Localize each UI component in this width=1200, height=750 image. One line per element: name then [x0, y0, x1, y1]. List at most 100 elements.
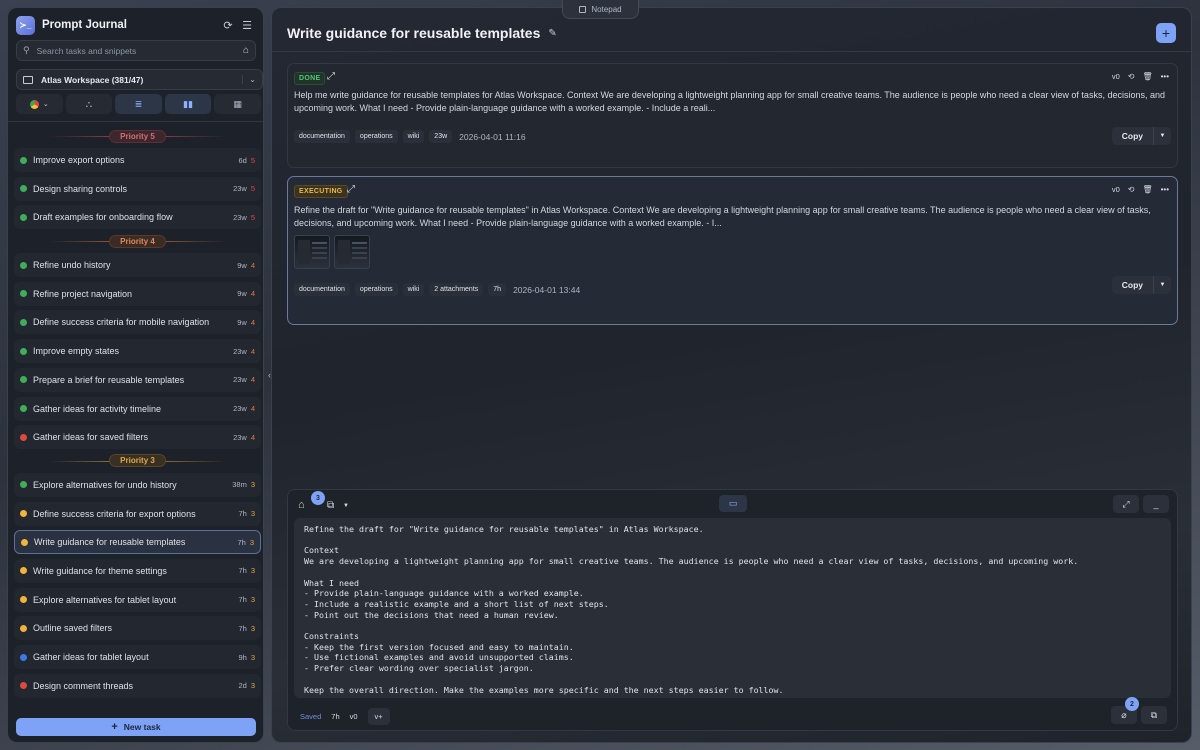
card-tags: documentation operations wiki 2 attachme… — [294, 283, 580, 296]
task-priority: 5 — [250, 184, 255, 194]
bar-chart-icon: ▮▮ — [183, 98, 194, 109]
task-name: Gather ideas for saved filters — [33, 432, 149, 443]
task-item[interactable]: Define success criteria for mobile navig… — [14, 310, 261, 335]
task-item[interactable]: Define success criteria for export optio… — [14, 501, 261, 526]
tag-chip[interactable]: documentation — [294, 130, 350, 143]
browser-filter-button[interactable]: ⌄ — [16, 94, 63, 114]
sidebar-divider — [8, 121, 263, 122]
chevron-down-icon: ⌄ — [42, 101, 49, 108]
tag-chip[interactable]: wiki — [402, 130, 425, 143]
more-icon[interactable]: ••• — [1161, 185, 1169, 194]
tag-icon[interactable]: ⌂ — [298, 499, 305, 511]
attachment-thumbnail[interactable] — [294, 235, 330, 269]
attachments-chip[interactable]: 2 attachments — [429, 283, 484, 296]
task-name: Design comment threads — [33, 680, 134, 691]
task-item[interactable]: Improve empty states 23w 4 — [14, 339, 261, 364]
task-priority: 3 — [250, 509, 255, 519]
prompt-card[interactable]: DONE ⤢ v0 ⟲ 🗑 ••• Help me write guidance… — [287, 63, 1178, 168]
task-item[interactable]: Write guidance for theme settings 7h 3 — [14, 558, 261, 583]
task-age: 23w — [233, 375, 247, 385]
expand-icon[interactable]: ⤢ — [327, 71, 335, 82]
task-name: Write guidance for theme settings — [33, 565, 167, 576]
version-label[interactable]: v0 — [350, 712, 358, 721]
notepad-tab[interactable]: Notepad — [562, 0, 639, 19]
task-item-selected[interactable]: Write guidance for reusable templates 7h 3 — [14, 530, 261, 555]
attach-button[interactable]: ⌀ 2 — [1111, 697, 1139, 724]
attachment-thumbnail[interactable] — [334, 235, 370, 269]
status-dot — [21, 538, 28, 546]
task-priority: 4 — [250, 375, 255, 385]
history-icon[interactable]: ⟲ — [1128, 185, 1135, 194]
task-name: Improve empty states — [33, 346, 120, 357]
task-age: 7h — [237, 537, 246, 547]
task-item[interactable]: Gather ideas for tablet layout 9h 3 — [14, 645, 261, 669]
copy-options-button[interactable]: ▼ — [1153, 127, 1171, 145]
copy-button[interactable]: Copy — [1111, 276, 1153, 294]
caret-down-icon: ▼ — [1159, 282, 1166, 288]
gallery-button[interactable]: ⧉ — [1141, 706, 1167, 724]
search-input[interactable] — [36, 45, 243, 56]
task-item[interactable]: Refine undo history 9w 4 — [14, 253, 261, 278]
age-label: 7h — [331, 711, 340, 721]
task-item[interactable]: Design comment threads 2d 3 — [14, 673, 261, 698]
calendar-icon: ▦ — [233, 98, 242, 109]
task-priority: 3 — [250, 595, 255, 605]
more-icon[interactable]: ••• — [1161, 72, 1169, 81]
status-dot — [20, 624, 27, 632]
edit-title-icon[interactable]: ✎ — [548, 28, 556, 39]
expand-editor-button[interactable]: ⤢ — [1113, 495, 1139, 513]
task-name: Design sharing controls — [33, 183, 128, 194]
status-dot — [20, 376, 27, 384]
caret-down-icon[interactable]: ▼ — [343, 503, 349, 509]
tag-chip[interactable]: documentation — [294, 283, 350, 296]
task-item[interactable]: Improve export options 6d 5 — [14, 148, 261, 172]
chrome-icon — [29, 99, 39, 109]
copy-button[interactable]: Copy — [1111, 127, 1153, 145]
copy-icon[interactable]: ⧉ — [327, 500, 334, 511]
task-item[interactable]: Explore alternatives for tablet layout 7h… — [14, 587, 261, 612]
menu-icon[interactable]: ☰ — [239, 17, 255, 33]
status-dot — [20, 405, 27, 412]
version-label[interactable]: v0 — [1112, 185, 1120, 194]
tag-chip[interactable]: operations — [354, 283, 398, 296]
workspace-select[interactable]: Atlas Workspace (381/47) ⌄ — [16, 69, 263, 90]
refresh-icon[interactable]: ⟳ — [220, 17, 236, 33]
calendar-view-button[interactable]: ▦ — [214, 94, 261, 114]
task-priority: 5 — [250, 212, 255, 222]
editor-textarea[interactable]: Refine the draft for "Write guidance for… — [294, 518, 1171, 698]
task-item[interactable]: Refine project navigation 9w 4 — [14, 281, 261, 306]
task-item[interactable]: Outline saved filters 7h 3 — [14, 616, 261, 641]
task-item[interactable]: Explore alternatives for undo history 38m… — [14, 472, 261, 497]
status-dot — [20, 510, 27, 518]
task-item[interactable]: Prepare a brief for reusable templates 23… — [14, 367, 261, 392]
preview-toggle-button[interactable]: ▭ — [719, 495, 747, 512]
task-age: 7h — [238, 595, 247, 605]
prompt-card-active[interactable]: EXECUTING ⤢ v0 ⟲ 🗑 ••• Refine the draft … — [287, 176, 1178, 325]
minimize-editor-button[interactable]: _ — [1143, 495, 1169, 513]
task-age: 6d — [238, 155, 247, 165]
task-item[interactable]: Draft examples for onboarding flow 23w 5 — [14, 205, 261, 230]
task-item[interactable]: Gather ideas for saved filters 23w 4 — [14, 425, 261, 450]
save-status: Saved — [300, 711, 322, 721]
task-item[interactable]: Design sharing controls 23w 5 — [14, 176, 261, 201]
task-name: Gather ideas for tablet layout — [33, 652, 149, 662]
expand-icon[interactable]: ⤢ — [347, 184, 355, 195]
task-name: Outline saved filters — [33, 623, 113, 634]
history-icon[interactable]: ⟲ — [1128, 72, 1135, 81]
copy-options-button[interactable]: ▼ — [1153, 276, 1171, 294]
task-name: Improve export options — [33, 155, 125, 165]
trash-icon[interactable]: 🗑 — [1142, 185, 1152, 194]
version-label[interactable]: v0 — [1112, 72, 1120, 81]
add-prompt-button[interactable]: + — [1156, 23, 1176, 43]
tag-filter-icon[interactable]: ⌂ — [243, 45, 249, 56]
tag-chip[interactable]: operations — [354, 130, 398, 143]
trash-icon[interactable]: 🗑 — [1142, 72, 1152, 81]
new-task-button[interactable]: + New task — [16, 718, 256, 736]
list-view-button[interactable]: ≣ — [115, 94, 162, 114]
tag-chip[interactable]: wiki — [402, 283, 425, 296]
task-item[interactable]: Gather ideas for activity timeline 23w 4 — [14, 396, 261, 421]
chart-view-button[interactable]: ▮▮ — [164, 94, 212, 114]
new-version-button[interactable]: v+ — [367, 707, 390, 725]
task-priority: 3 — [249, 537, 254, 547]
tree-view-button[interactable]: ⛬ — [65, 94, 113, 114]
